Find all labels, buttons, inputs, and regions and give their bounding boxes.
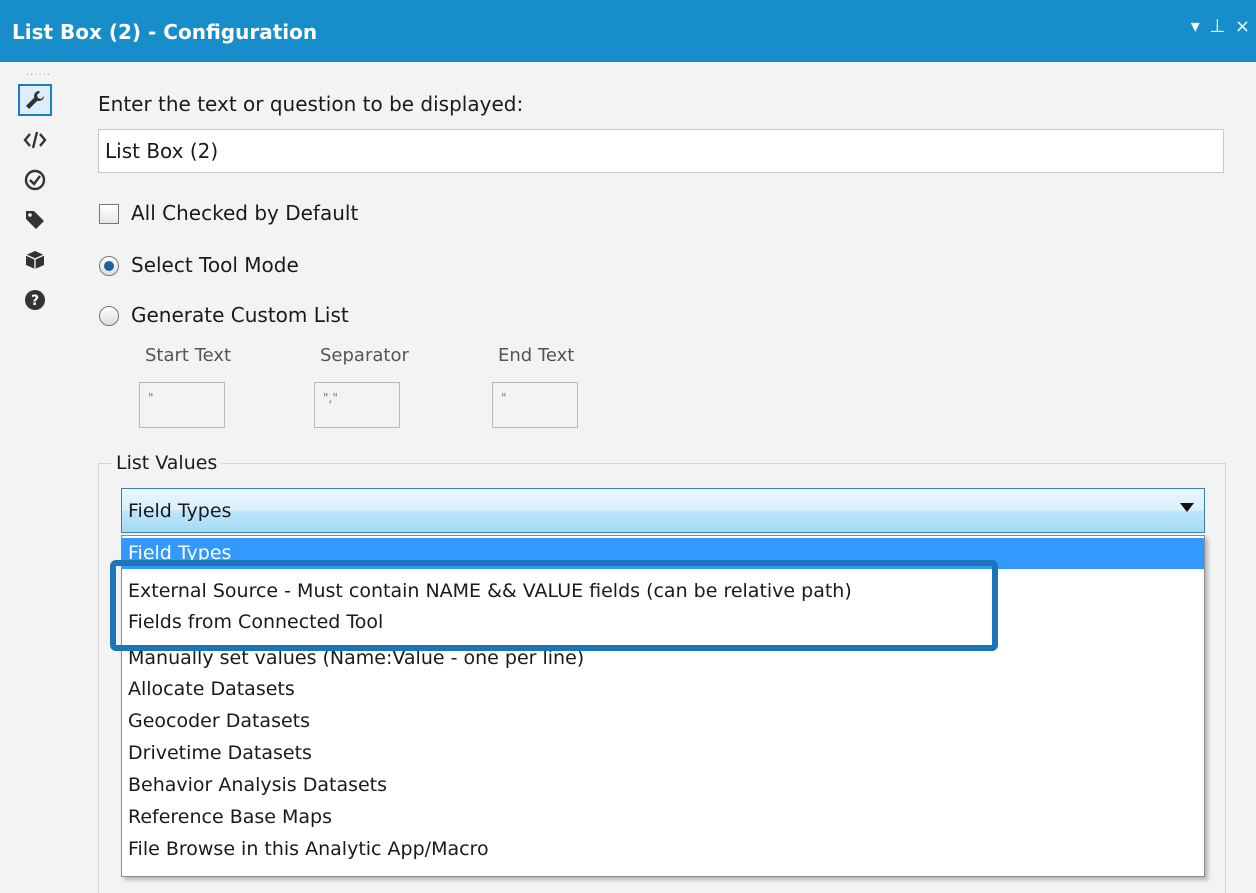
window-controls: ▾ ⊥ × [1187, 16, 1250, 37]
start-text-input: " [139, 382, 225, 428]
dropdown-selected-value: Field Types [128, 500, 232, 522]
select-tool-mode-radio[interactable] [99, 256, 119, 276]
all-checked-label: All Checked by Default [131, 201, 359, 225]
help-icon[interactable]: ? [18, 284, 52, 316]
list-values-dropdown[interactable]: Field Types [121, 488, 1205, 533]
list-values-label: List Values [112, 452, 222, 474]
dropdown-option[interactable]: Reference Base Maps [122, 802, 1204, 833]
code-icon[interactable] [18, 124, 52, 156]
separator-label: Separator [320, 345, 409, 366]
svg-text:?: ? [31, 293, 39, 309]
end-text-label: End Text [498, 345, 575, 366]
drag-grip[interactable]: ······ [26, 70, 51, 81]
title-bar: List Box (2) - Configuration ▾ ⊥ × [0, 0, 1256, 62]
dropdown-menu-icon[interactable]: ▾ [1191, 16, 1200, 37]
dropdown-option[interactable]: Behavior Analysis Datasets [122, 770, 1204, 801]
prompt-label: Enter the text or question to be display… [98, 92, 524, 116]
prompt-text-input[interactable]: List Box (2) [98, 129, 1224, 173]
dropdown-option[interactable]: File Browse in this Analytic App/Macro [122, 834, 1204, 865]
generate-custom-list-radio[interactable] [99, 306, 119, 326]
start-text-label: Start Text [145, 345, 232, 366]
select-tool-mode-label: Select Tool Mode [131, 253, 299, 277]
dropdown-option[interactable]: Drivetime Datasets [122, 738, 1204, 769]
wrench-icon[interactable] [18, 84, 52, 116]
box-icon[interactable] [18, 244, 52, 276]
end-text-input: " [492, 382, 578, 428]
target-icon[interactable] [18, 164, 52, 196]
tag-icon[interactable] [18, 204, 52, 236]
chevron-down-icon[interactable] [1180, 503, 1194, 512]
window-title: List Box (2) - Configuration [12, 20, 318, 44]
generate-custom-list-label: Generate Custom List [131, 303, 349, 327]
dropdown-option[interactable]: Allocate Datasets [122, 674, 1204, 705]
all-checked-checkbox[interactable] [99, 204, 119, 224]
pin-icon[interactable]: ⊥ [1209, 16, 1225, 37]
dropdown-option[interactable]: Geocoder Datasets [122, 706, 1204, 737]
close-icon[interactable]: × [1235, 16, 1250, 37]
highlight-callout-box [110, 560, 998, 651]
separator-input: "," [314, 382, 400, 428]
